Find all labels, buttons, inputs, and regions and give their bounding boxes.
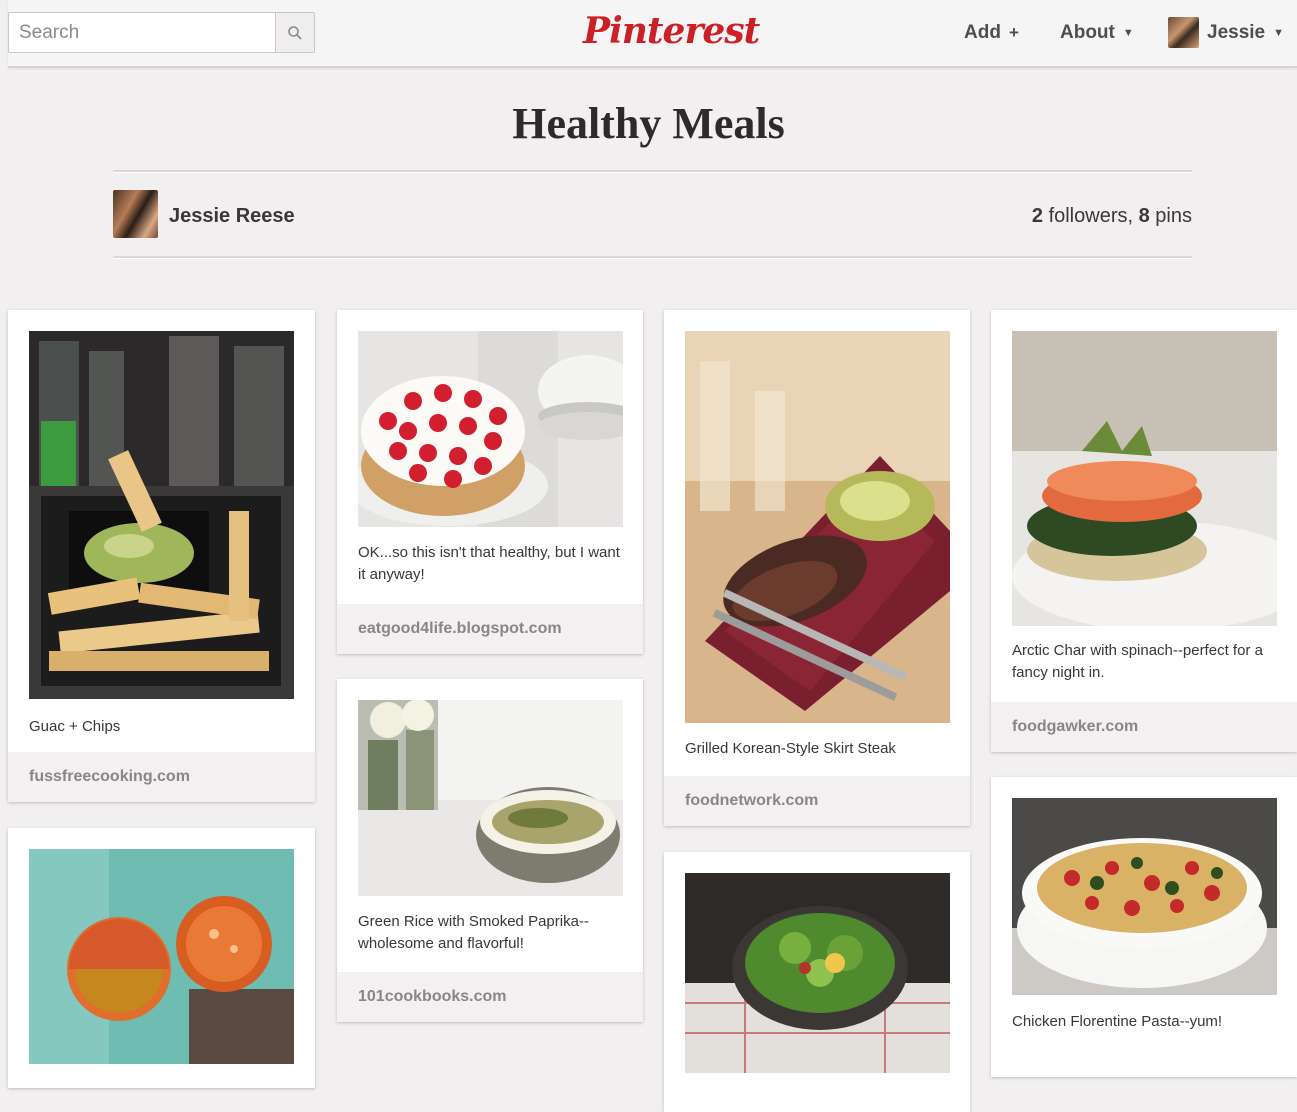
pin-card[interactable]: [664, 852, 970, 1112]
pin-card[interactable]: Guac + Chips fussfreecooking.com: [8, 310, 315, 802]
followers-count[interactable]: 2: [1032, 205, 1043, 227]
pins-label: pins: [1155, 205, 1192, 227]
pin-description: Grilled Korean-Style Skirt Steak: [685, 740, 896, 757]
pin-description: Green Rice with Smoked Paprika--wholesom…: [358, 913, 589, 952]
search-button[interactable]: [275, 13, 314, 52]
pin-source[interactable]: 101cookbooks.com: [337, 972, 643, 1022]
pin-source[interactable]: eatgood4life.blogspot.com: [337, 604, 643, 654]
plus-icon: +: [1008, 23, 1019, 42]
pin-description: Chicken Florentine Pasta--yum!: [1012, 1013, 1223, 1030]
divider: [113, 170, 1192, 173]
avatar: [1168, 17, 1199, 48]
search-input[interactable]: [9, 13, 277, 52]
pin-image-arctic-char[interactable]: [1012, 331, 1277, 626]
about-menu[interactable]: About ▼: [1060, 22, 1134, 44]
pin-source[interactable]: foodgawker.com: [991, 702, 1297, 752]
pinterest-logo[interactable]: Pinterest: [583, 10, 760, 52]
chevron-down-icon: ▼: [1122, 27, 1134, 39]
pin-card[interactable]: Green Rice with Smoked Paprika--wholesom…: [337, 679, 643, 1022]
pin-card[interactable]: Arctic Char with spinach--perfect for a …: [991, 310, 1297, 752]
add-label: Add: [964, 22, 1001, 43]
pin-image-skirt-steak[interactable]: [685, 331, 950, 723]
divider: [113, 256, 1192, 259]
search-box: [8, 12, 315, 53]
pin-source[interactable]: fussfreecooking.com: [8, 752, 315, 802]
pin-card[interactable]: Chicken Florentine Pasta--yum!: [991, 777, 1297, 1077]
pin-description: Guac + Chips: [29, 718, 121, 735]
pin-description: OK...so this isn't that healthy, but I w…: [358, 544, 620, 583]
pin-card[interactable]: Grilled Korean-Style Skirt Steak foodnet…: [664, 310, 970, 826]
pins-count: 8: [1138, 205, 1150, 227]
user-menu[interactable]: Jessie ▼: [1168, 17, 1284, 48]
pin-source[interactable]: foodnetwork.com: [664, 776, 970, 826]
owner-name[interactable]: Jessie Reese: [169, 205, 295, 228]
board-stats: 2 followers, 8 pins: [1032, 205, 1192, 228]
pin-card[interactable]: [8, 828, 315, 1088]
pin-image-green-rice[interactable]: [358, 700, 623, 896]
top-header: Pinterest Add + About ▼ Jessie ▼: [8, 0, 1297, 68]
user-label: Jessie: [1207, 21, 1266, 43]
pin-image-guac-chips[interactable]: [29, 331, 294, 699]
pin-description: Arctic Char with spinach--perfect for a …: [1012, 642, 1263, 681]
chevron-down-icon: ▼: [1273, 26, 1285, 39]
pin-image-chicken-florentine[interactable]: [1012, 798, 1277, 995]
pin-image-tarts[interactable]: [29, 849, 294, 1064]
search-icon: [288, 25, 302, 40]
board-title: Healthy Meals: [512, 99, 785, 148]
about-label: About: [1060, 22, 1115, 43]
owner-avatar[interactable]: [113, 190, 158, 238]
followers-label[interactable]: followers,: [1049, 205, 1133, 227]
pin-image-strawberry-cake[interactable]: [358, 331, 623, 527]
pin-card[interactable]: OK...so this isn't that healthy, but I w…: [337, 310, 643, 654]
pin-image-salad[interactable]: [685, 873, 950, 1073]
add-menu[interactable]: Add +: [964, 22, 1019, 44]
